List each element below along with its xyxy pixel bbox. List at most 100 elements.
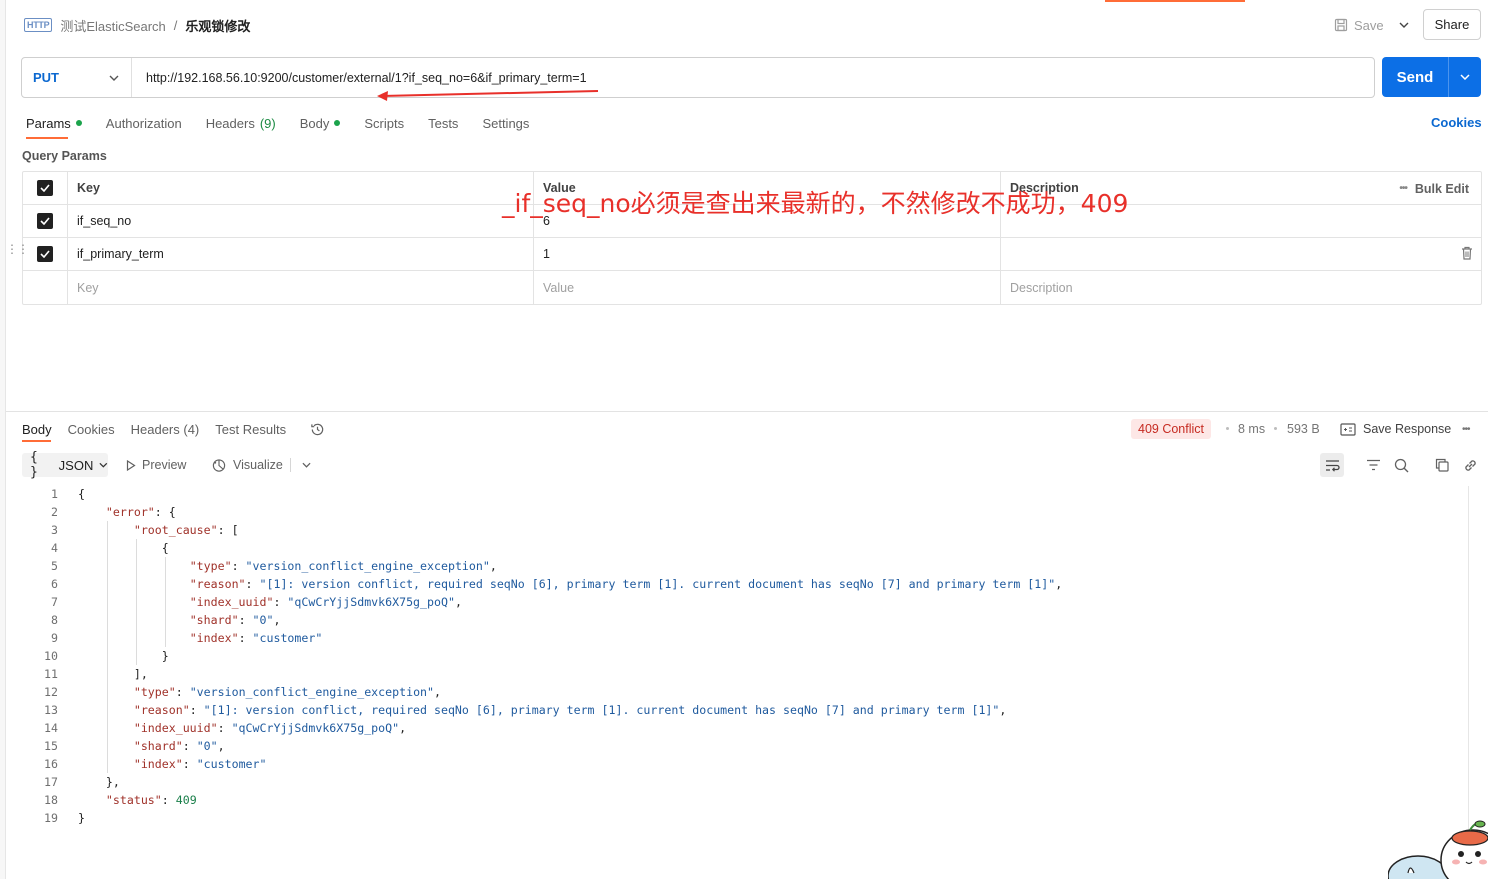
request-name[interactable]: 乐观锁修改 bbox=[185, 16, 250, 35]
code-line: 15 "shard": "0", bbox=[22, 737, 1462, 755]
new-value-input[interactable]: Value bbox=[534, 271, 1001, 304]
code-text: { bbox=[78, 487, 85, 501]
tab-params[interactable]: Params bbox=[26, 113, 82, 133]
param-value-cell[interactable]: 1 bbox=[534, 238, 1001, 270]
drag-handle-icon[interactable]: ⋮⋮ bbox=[6, 243, 29, 255]
tab-authorization[interactable]: Authorization bbox=[106, 113, 182, 133]
response-time[interactable]: 8 ms bbox=[1238, 419, 1265, 439]
code-text: }, bbox=[78, 775, 120, 789]
cookies-link[interactable]: Cookies bbox=[1431, 115, 1482, 130]
trash-icon[interactable] bbox=[1461, 246, 1473, 260]
line-number: 10 bbox=[44, 649, 58, 663]
wrap-lines-icon bbox=[1325, 459, 1340, 472]
tab-headers[interactable]: Headers (9) bbox=[206, 113, 276, 133]
tab-label: Body bbox=[299, 115, 330, 131]
code-line: 8 "shard": "0", bbox=[22, 611, 1462, 629]
visualize-options-chevron[interactable] bbox=[290, 453, 311, 477]
param-description-cell[interactable] bbox=[1001, 238, 1481, 270]
tab-tests[interactable]: Tests bbox=[428, 113, 458, 133]
pane-divider[interactable] bbox=[6, 411, 1488, 412]
share-button[interactable]: Share bbox=[1423, 9, 1481, 40]
check-icon bbox=[40, 217, 50, 225]
history-icon bbox=[311, 423, 324, 435]
line-number: 18 bbox=[44, 793, 58, 807]
breadcrumb-collection[interactable]: 测试ElasticSearch bbox=[60, 16, 165, 35]
code-scrollbar[interactable] bbox=[1468, 486, 1469, 866]
play-icon bbox=[126, 459, 136, 471]
response-tab-body[interactable]: Body bbox=[22, 422, 52, 437]
format-label: JSON bbox=[58, 457, 94, 473]
tab-scripts[interactable]: Scripts bbox=[364, 113, 404, 133]
status-badge[interactable]: 409 Conflict bbox=[1131, 419, 1212, 439]
visualize-button[interactable]: Visualize bbox=[211, 453, 283, 477]
row-checkbox[interactable] bbox=[37, 246, 53, 262]
check-icon bbox=[40, 184, 50, 192]
code-line: 5 "type": "version_conflict_engine_excep… bbox=[22, 557, 1462, 575]
param-key-cell[interactable]: if_primary_term bbox=[68, 238, 534, 270]
filter-button[interactable] bbox=[1361, 453, 1385, 477]
link-icon bbox=[1464, 459, 1476, 471]
line-number: 13 bbox=[44, 703, 58, 717]
code-line: 13 "reason": "[1]: version conflict, req… bbox=[22, 701, 1462, 719]
preview-button[interactable]: Preview bbox=[126, 453, 186, 477]
url-input[interactable]: http://192.168.56.10:9200/customer/exter… bbox=[132, 71, 587, 85]
code-line: 12 "type": "version_conflict_engine_exce… bbox=[22, 683, 1462, 701]
check-icon bbox=[40, 250, 50, 258]
more-options-icon[interactable]: ••• bbox=[1462, 419, 1470, 439]
response-body-code[interactable]: 1{2 "error": {3 "root_cause": [4 {5 "typ… bbox=[22, 485, 1462, 827]
line-number: 19 bbox=[44, 811, 58, 825]
history-button[interactable] bbox=[310, 422, 325, 437]
method-select[interactable]: PUT bbox=[22, 58, 132, 97]
bulk-edit-label: Bulk Edit bbox=[1414, 181, 1469, 196]
send-button[interactable]: Send bbox=[1382, 57, 1481, 97]
code-line: 14 "index_uuid": "qCwCrYjjSdmvk6X75g_poQ… bbox=[22, 719, 1462, 737]
code-line: 19} bbox=[22, 809, 1462, 827]
format-select[interactable]: { } JSON bbox=[22, 450, 108, 480]
search-button[interactable] bbox=[1389, 453, 1413, 477]
code-text: "index": "customer" bbox=[189, 631, 323, 645]
copy-button[interactable] bbox=[1430, 453, 1454, 477]
code-line: 1{ bbox=[22, 485, 1462, 503]
tab-settings[interactable]: Settings bbox=[482, 113, 529, 133]
table-row-new: Key Value Description bbox=[23, 271, 1481, 304]
breadcrumb-separator: / bbox=[173, 17, 178, 33]
visualize-label: Visualize bbox=[233, 458, 283, 472]
select-all-checkbox[interactable] bbox=[37, 180, 53, 196]
toolbar-divider bbox=[290, 458, 291, 472]
indent-guide bbox=[107, 521, 108, 773]
tab-body[interactable]: Body bbox=[300, 113, 341, 133]
tab-label: Headers bbox=[205, 115, 255, 131]
link-button[interactable] bbox=[1458, 453, 1482, 477]
new-description-input[interactable]: Description bbox=[1001, 271, 1481, 304]
param-key-cell[interactable]: if_seq_no bbox=[68, 205, 534, 237]
code-text: "shard": "0", bbox=[133, 739, 225, 753]
response-tab-cookies[interactable]: Cookies bbox=[68, 422, 115, 437]
breadcrumb: HTTP 测试ElasticSearch / 乐观锁修改 bbox=[24, 14, 250, 36]
response-tab-test-results[interactable]: Test Results bbox=[215, 422, 286, 437]
wrap-lines-button[interactable] bbox=[1320, 453, 1344, 477]
code-line: 2 "error": { bbox=[22, 503, 1462, 521]
line-number: 6 bbox=[51, 577, 58, 591]
row-checkbox[interactable] bbox=[37, 213, 53, 229]
response-tab-headers[interactable]: Headers (4) bbox=[131, 422, 200, 437]
tab-label: Headers bbox=[130, 421, 180, 437]
bulk-edit-button[interactable]: ••• Bulk Edit bbox=[1399, 172, 1469, 205]
code-line: 7 "index_uuid": "qCwCrYjjSdmvk6X75g_poQ"… bbox=[22, 593, 1462, 611]
save-label: Save bbox=[1354, 17, 1384, 33]
new-key-input[interactable]: Key bbox=[68, 271, 534, 304]
meta-separator bbox=[1274, 427, 1277, 430]
line-number: 4 bbox=[51, 541, 58, 555]
code-text: "reason": "[1]: version conflict, requir… bbox=[133, 703, 1007, 717]
code-line: 4 { bbox=[22, 539, 1462, 557]
response-size[interactable]: 593 B bbox=[1287, 419, 1320, 439]
tab-label: Authorization bbox=[105, 115, 182, 131]
send-options-chevron[interactable] bbox=[1449, 74, 1481, 80]
save-button[interactable]: Save bbox=[1334, 14, 1384, 36]
save-response-icon bbox=[1340, 422, 1356, 436]
code-line: 16 "index": "customer" bbox=[22, 755, 1462, 773]
save-response-button[interactable]: Save Response bbox=[1340, 419, 1451, 439]
indent-guide bbox=[165, 557, 166, 647]
code-text: "index": "customer" bbox=[133, 757, 267, 771]
save-options-chevron[interactable] bbox=[1396, 14, 1412, 36]
table-row: ⋮⋮ if_primary_term 1 bbox=[6, 238, 1481, 271]
